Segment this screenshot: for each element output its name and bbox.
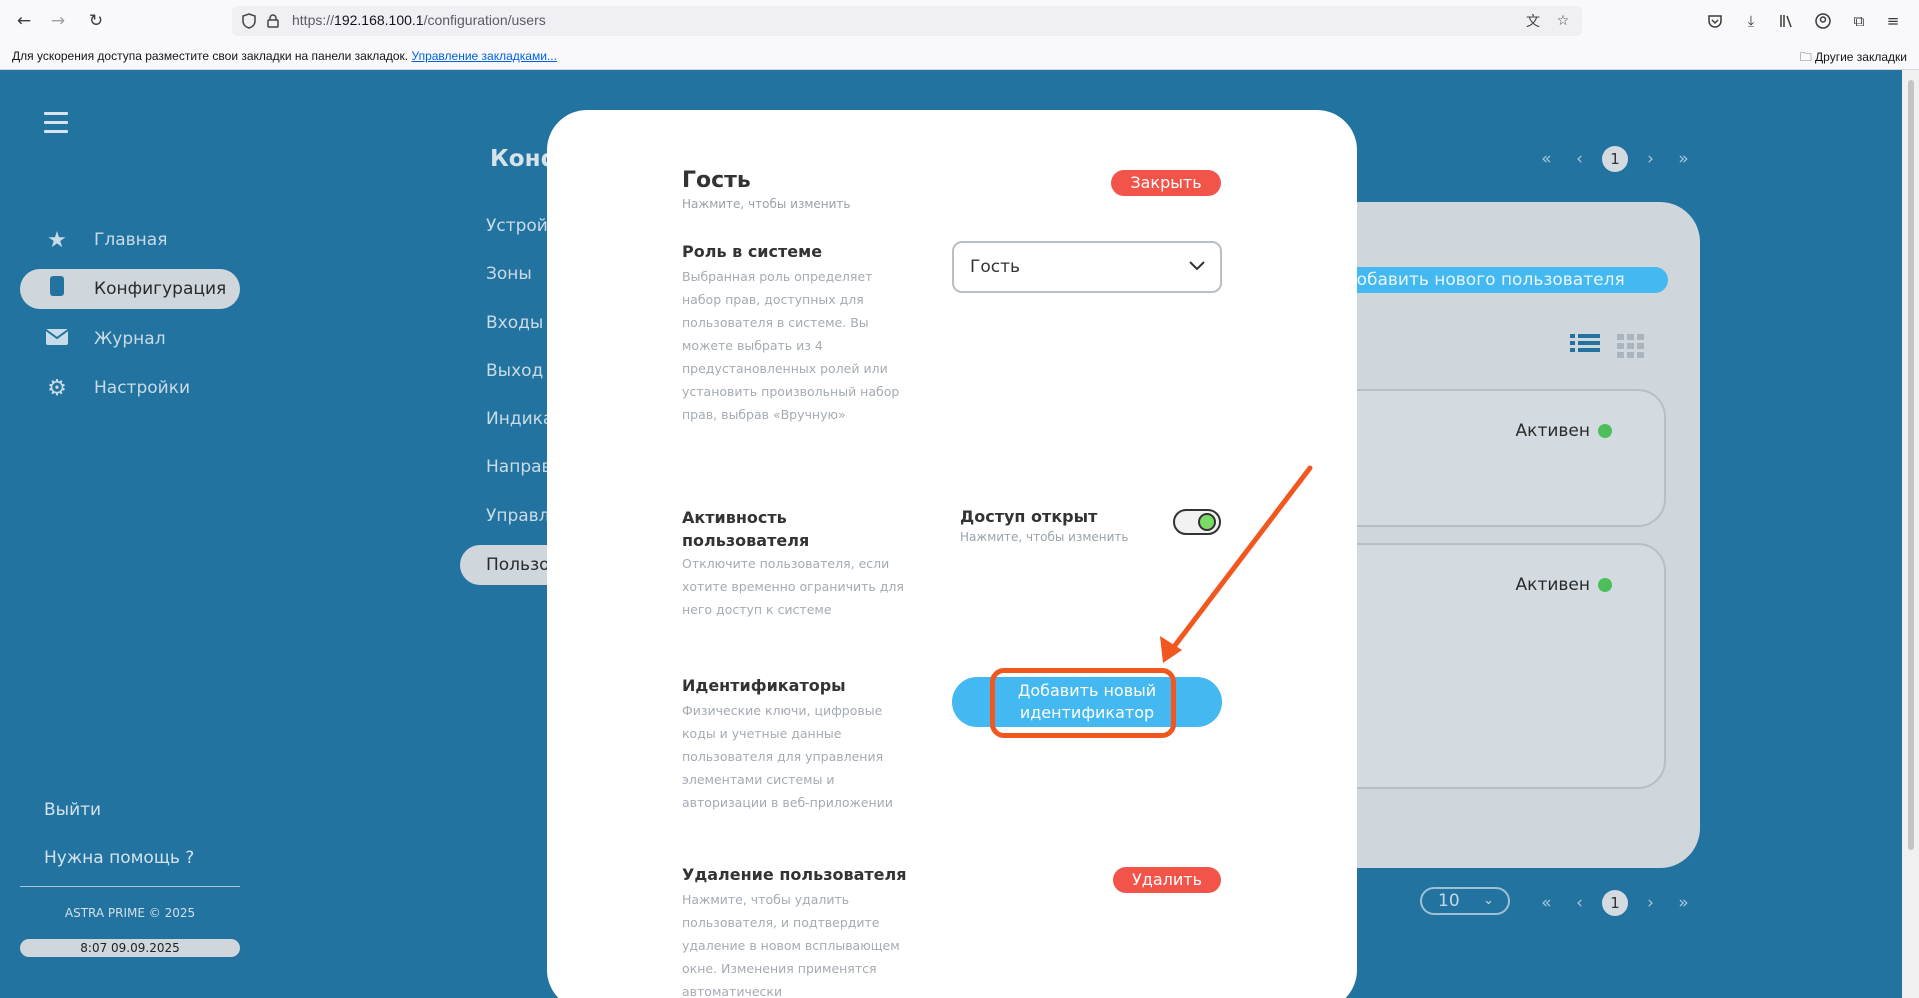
pagination-top: « ‹ 1 › » bbox=[1530, 144, 1700, 174]
delete-section-title: Удаление пользователя bbox=[682, 865, 907, 884]
logout-link[interactable]: Выйти bbox=[44, 800, 101, 820]
other-bookmarks-label: Другие закладки bbox=[1815, 50, 1907, 64]
submenu-item-outputs[interactable]: Выход bbox=[486, 361, 543, 381]
star-icon: ★ bbox=[47, 227, 67, 253]
first-page-button[interactable]: « bbox=[1530, 893, 1563, 913]
per-page-select[interactable]: 10 ⌄ bbox=[1420, 887, 1510, 915]
sidebar-item-journal[interactable]: Журнал bbox=[20, 319, 240, 359]
back-icon[interactable]: ← bbox=[12, 9, 36, 33]
gear-icon: ⚙ bbox=[47, 375, 67, 401]
app-root: ★ Главная Конфигурация Журнал ⚙ Настройк… bbox=[0, 70, 1902, 998]
list-view-icon[interactable] bbox=[1570, 334, 1600, 352]
submenu-item-zones[interactable]: Зоны bbox=[486, 264, 532, 284]
copyright: ASTRA PRIME © 2025 bbox=[64, 906, 196, 920]
shield-icon[interactable] bbox=[238, 10, 260, 32]
url-host: 192.168.100.1 bbox=[334, 12, 424, 28]
browser-toolbar: ← → ↻ https://192.168.100.1/configuratio… bbox=[0, 0, 1919, 42]
activity-section-desc: Отключите пользователя, если хотите врем… bbox=[682, 556, 904, 617]
modal-title[interactable]: Гость bbox=[682, 168, 751, 193]
folder-icon: 🗀 bbox=[1799, 50, 1812, 64]
role-section-desc: Выбранная роль определяет набор прав, до… bbox=[682, 269, 900, 422]
menu-icon[interactable]: ≡ bbox=[1881, 9, 1905, 33]
bookmarks-hint: Для ускорения доступа разместите свои за… bbox=[12, 49, 557, 63]
scroll-thumb[interactable] bbox=[1908, 80, 1914, 850]
delete-user-button[interactable]: Удалить bbox=[1113, 867, 1221, 893]
help-link[interactable]: Нужна помощь ? bbox=[44, 848, 194, 868]
last-page-button[interactable]: » bbox=[1667, 149, 1700, 169]
pocket-icon[interactable] bbox=[1703, 9, 1727, 33]
delete-section-desc: Нажмите, чтобы удалить пользователя, и п… bbox=[682, 892, 900, 998]
bookmarks-hint-text: Для ускорения доступа разместите свои за… bbox=[12, 49, 409, 63]
role-select-value: Гость bbox=[970, 257, 1021, 277]
status-dot bbox=[1598, 424, 1612, 438]
sidebar-item-configuration[interactable]: Конфигурация bbox=[20, 269, 240, 309]
last-page-button[interactable]: » bbox=[1667, 893, 1700, 913]
access-status-hint: Нажмите, чтобы изменить bbox=[960, 530, 1129, 544]
sidebar-divider bbox=[20, 886, 240, 887]
lock-icon[interactable] bbox=[262, 10, 284, 32]
submenu-item-directions[interactable]: Направ bbox=[486, 457, 552, 477]
current-page[interactable]: 1 bbox=[1602, 890, 1628, 916]
downloads-icon[interactable]: ⤓ bbox=[1739, 9, 1763, 33]
access-status-title[interactable]: Доступ открыт bbox=[960, 507, 1097, 526]
bookmarks-bar: Для ускорения доступа разместите свои за… bbox=[0, 42, 1919, 70]
sidebar-item-settings[interactable]: ⚙ Настройки bbox=[20, 368, 240, 408]
account-icon[interactable] bbox=[1811, 9, 1835, 33]
pagination-bottom: « ‹ 1 › » bbox=[1530, 888, 1700, 918]
url-scheme: https:// bbox=[292, 12, 335, 28]
role-select[interactable]: Гость bbox=[952, 241, 1222, 293]
prev-page-button[interactable]: ‹ bbox=[1563, 149, 1596, 169]
sidebar-item-label: Журнал bbox=[94, 329, 166, 349]
page-scrollbar[interactable] bbox=[1902, 70, 1919, 998]
grid-view-icon[interactable] bbox=[1617, 334, 1644, 358]
toggle-knob bbox=[1198, 513, 1216, 531]
annotation-highlight-box bbox=[990, 668, 1176, 738]
sidebar-item-home[interactable]: ★ Главная bbox=[20, 220, 240, 260]
manage-bookmarks-link[interactable]: Управление закладками... bbox=[411, 49, 556, 63]
address-bar[interactable]: https://192.168.100.1/configuration/user… bbox=[232, 6, 1582, 36]
current-page[interactable]: 1 bbox=[1602, 146, 1628, 172]
extensions-icon[interactable]: ⧉ bbox=[1847, 9, 1871, 33]
next-page-button[interactable]: › bbox=[1634, 893, 1667, 913]
hamburger-icon[interactable] bbox=[44, 112, 68, 134]
close-button[interactable]: Закрыть bbox=[1111, 170, 1221, 196]
mail-icon bbox=[42, 327, 72, 352]
sidebar-item-label: Настройки bbox=[94, 378, 191, 398]
submenu-item-devices[interactable]: Устрой bbox=[486, 216, 548, 236]
prev-page-button[interactable]: ‹ bbox=[1563, 893, 1596, 913]
submenu-item-inputs[interactable]: Входы bbox=[486, 313, 543, 333]
submenu-item-control[interactable]: Управл bbox=[486, 506, 550, 526]
chevron-down-icon bbox=[1189, 261, 1205, 271]
role-section-title: Роль в системе bbox=[682, 242, 823, 261]
status-label: Активен bbox=[1515, 575, 1590, 595]
per-page-value: 10 bbox=[1438, 891, 1460, 911]
status-badge: Активен bbox=[1516, 575, 1612, 595]
identifiers-section-title: Идентификаторы bbox=[682, 676, 846, 695]
modal-title-hint: Нажмите, чтобы изменить bbox=[682, 197, 851, 211]
activity-toggle[interactable] bbox=[1173, 509, 1221, 535]
forward-icon[interactable]: → bbox=[46, 9, 70, 33]
url-text[interactable]: https://192.168.100.1/configuration/user… bbox=[292, 12, 546, 28]
identifiers-section-desc: Физические ключи, цифровые коды и учетны… bbox=[682, 703, 893, 810]
next-page-button[interactable]: › bbox=[1634, 149, 1667, 169]
bookmark-star-icon[interactable]: ☆ bbox=[1552, 10, 1574, 32]
library-icon[interactable] bbox=[1775, 9, 1799, 33]
status-badge: Активен bbox=[1516, 421, 1612, 441]
config-icon bbox=[42, 275, 72, 303]
first-page-button[interactable]: « bbox=[1530, 149, 1563, 169]
translate-icon[interactable]: 文 bbox=[1522, 10, 1544, 32]
status-dot bbox=[1598, 578, 1612, 592]
user-edit-modal: Гость Нажмите, чтобы изменить Закрыть Ро… bbox=[547, 110, 1357, 998]
activity-section-title: Активность пользователя bbox=[682, 508, 810, 550]
clock: 8:07 09.09.2025 bbox=[20, 939, 240, 957]
sidebar-item-label: Конфигурация bbox=[94, 279, 227, 299]
other-bookmarks[interactable]: 🗀 Другие закладки bbox=[1800, 48, 1907, 69]
reload-icon[interactable]: ↻ bbox=[84, 9, 108, 33]
chevron-down-icon: ⌄ bbox=[1483, 893, 1494, 908]
url-path: /configuration/users bbox=[423, 12, 546, 28]
sidebar-item-label: Главная bbox=[94, 230, 168, 250]
status-label: Активен bbox=[1515, 421, 1590, 441]
submenu-item-indicators[interactable]: Индика bbox=[486, 409, 553, 429]
